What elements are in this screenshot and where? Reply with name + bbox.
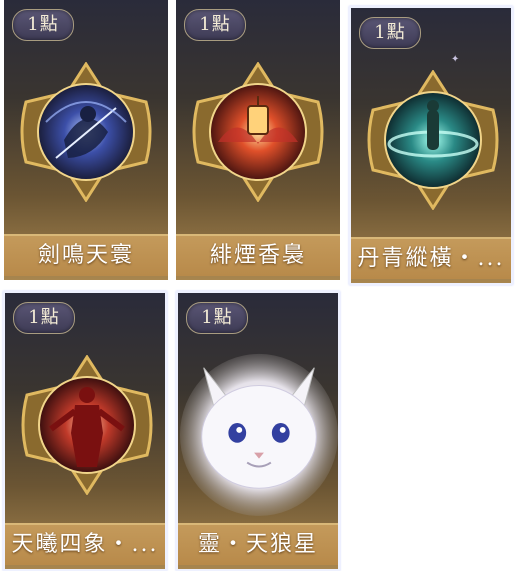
card-name: 丹青縱橫・... bbox=[351, 237, 511, 279]
cost-badge: 1點 bbox=[13, 302, 75, 334]
red-figure-icon bbox=[21, 355, 153, 495]
star-sparkle-icon: ✦ bbox=[451, 54, 460, 65]
cost-badge: 1點 bbox=[359, 17, 421, 49]
card-name: 劍鳴天寰 bbox=[4, 234, 168, 276]
skill-card-2[interactable]: 1點 緋煙香裊 bbox=[176, 0, 340, 280]
skill-card-5[interactable]: 1點 靈・天狼星 bbox=[176, 291, 340, 571]
card-name: 靈・天狼星 bbox=[178, 523, 338, 565]
cost-badge: 1點 bbox=[186, 302, 248, 334]
painting-warrior-icon bbox=[367, 70, 499, 210]
card-name: 緋煙香裊 bbox=[176, 234, 340, 276]
skill-card-4[interactable]: 1點 天曦四象・... bbox=[3, 291, 167, 571]
lantern-icon bbox=[192, 62, 324, 202]
skill-card-3[interactable]: 1點 ✦ 丹青縱橫・... bbox=[349, 6, 513, 285]
cost-badge: 1點 bbox=[12, 9, 74, 41]
skill-card-1[interactable]: 1點 劍鳴天寰 bbox=[4, 0, 168, 280]
card-name: 天曦四象・... bbox=[5, 523, 165, 565]
white-wolf-spirit-icon bbox=[179, 353, 338, 516]
sword-warrior-icon bbox=[20, 62, 152, 202]
cost-badge: 1點 bbox=[184, 9, 246, 41]
